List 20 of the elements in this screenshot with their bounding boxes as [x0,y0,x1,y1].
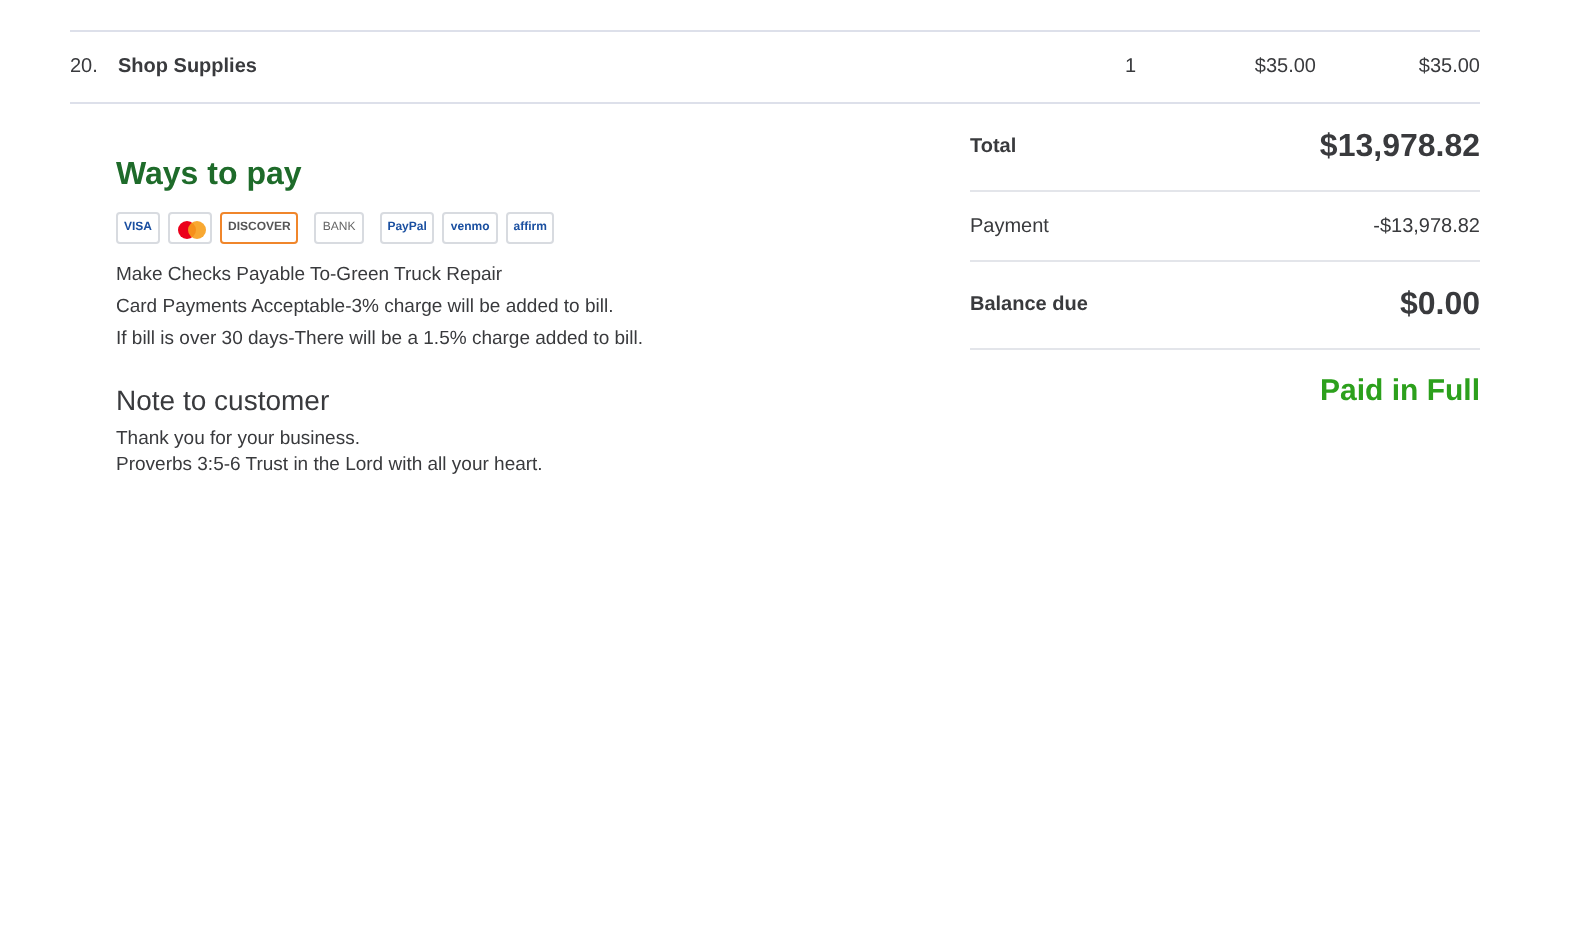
summary-value: -$13,978.82 [1373,213,1480,241]
payment-terms-text: Make Checks Payable To-Green Truck Repair [116,262,505,290]
payment-terms-text: Card Payments Acceptable-3% charge will be added to bill. [116,294,616,322]
section-title: Ways to pay [116,156,304,196]
note-text: Proverbs 3:5-6 Trust in the Lord with all your heart. [116,453,545,478]
section-title: Note to customer [116,382,332,420]
payment-terms-text: If bill is over 30 days-There will be a 1.5% charge added to bill. [116,326,645,354]
summary-label: Total [970,134,1017,162]
rate-cell-text: $35.00 [1252,54,1316,82]
summary-value: $0.00 [1399,285,1480,325]
status-text: Paid in Full [1317,372,1480,412]
summary-label: Payment [970,213,1049,241]
item-name: Shop Supplies [118,54,259,82]
line-number: 20. [70,54,100,82]
card-circles-icon [168,212,213,244]
note-text: Thank you for your business. [116,428,362,453]
summary-value: $13,978.82 [1319,127,1480,167]
quantity-cell-text: 1 [1122,54,1136,82]
summary-label: Balance due [970,292,1088,320]
amount-cell-text: $35.00 [1416,54,1480,82]
